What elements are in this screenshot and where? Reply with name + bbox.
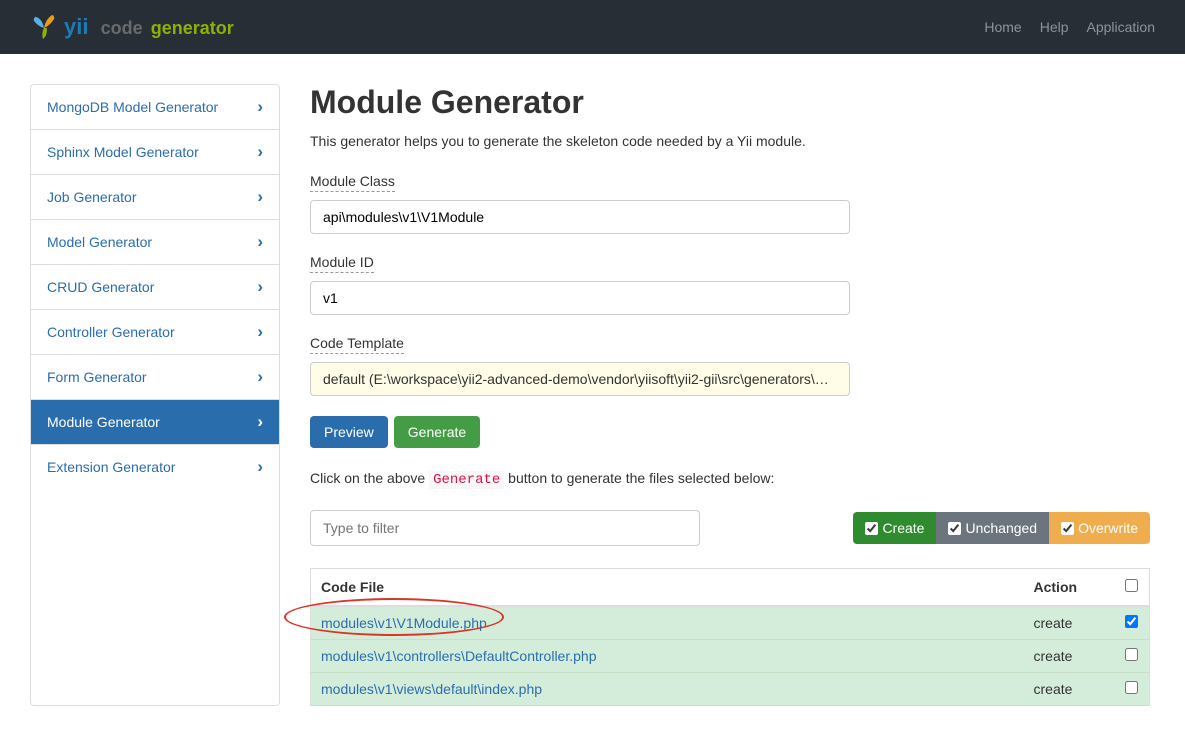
chevron-right-icon: › <box>257 277 263 297</box>
toggle-create[interactable]: Create <box>853 512 936 544</box>
sidebar-item-sphinx-model-generator[interactable]: Sphinx Model Generator › <box>31 130 279 175</box>
sidebar-item-label: CRUD Generator <box>47 279 154 295</box>
filter-input[interactable] <box>310 510 700 546</box>
brand-generator: generator <box>151 18 234 38</box>
nav-application[interactable]: Application <box>1087 19 1156 35</box>
main-content: Module Generator This generator helps yo… <box>310 84 1150 706</box>
file-link[interactable]: modules\v1\V1Module.php <box>321 615 487 631</box>
sidebar-item-job-generator[interactable]: Job Generator › <box>31 175 279 220</box>
sidebar-item-label: MongoDB Model Generator <box>47 99 218 115</box>
sidebar-item-extension-generator[interactable]: Extension Generator › <box>31 445 279 489</box>
sidebar-item-crud-generator[interactable]: CRUD Generator › <box>31 265 279 310</box>
toggle-create-checkbox[interactable] <box>865 522 878 535</box>
table-row: modules\v1\views\default\index.php creat… <box>311 673 1150 706</box>
sidebar-item-module-generator[interactable]: Module Generator › <box>31 400 279 445</box>
chevron-right-icon: › <box>257 232 263 252</box>
sidebar-item-label: Form Generator <box>47 369 147 385</box>
navbar: yii code generator Home Help Application <box>0 0 1185 54</box>
table-row: modules\v1\V1Module.php create <box>311 606 1150 640</box>
chevron-right-icon: › <box>257 97 263 117</box>
toggle-group: Create Unchanged Overwrite <box>853 512 1150 544</box>
sidebar-item-mongodb-model-generator[interactable]: MongoDB Model Generator › <box>31 85 279 130</box>
brand-yii: yii <box>64 14 88 39</box>
code-template-select[interactable]: default (E:\workspace\yii2-advanced-demo… <box>310 362 850 396</box>
page-title: Module Generator <box>310 84 1150 121</box>
chevron-right-icon: › <box>257 367 263 387</box>
file-action: create <box>1024 640 1114 673</box>
brand-logo[interactable]: yii code generator <box>30 13 234 41</box>
chevron-right-icon: › <box>257 457 263 477</box>
file-action: create <box>1024 606 1114 640</box>
nav-links: Home Help Application <box>984 19 1155 35</box>
files-table: Code File Action modules\v1\V1Module.php… <box>310 568 1150 706</box>
col-action: Action <box>1024 569 1114 607</box>
sidebar-item-label: Module Generator <box>47 414 160 430</box>
sidebar-item-label: Extension Generator <box>47 459 175 475</box>
chevron-right-icon: › <box>257 187 263 207</box>
generate-hint: Click on the above Generate button to ge… <box>310 470 1150 488</box>
sidebar-item-controller-generator[interactable]: Controller Generator › <box>31 310 279 355</box>
file-link[interactable]: modules\v1\controllers\DefaultController… <box>321 648 596 664</box>
toggle-overwrite[interactable]: Overwrite <box>1049 512 1150 544</box>
chevron-right-icon: › <box>257 322 263 342</box>
module-id-input[interactable] <box>310 281 850 315</box>
module-class-label: Module Class <box>310 173 395 192</box>
file-action: create <box>1024 673 1114 706</box>
sidebar-item-label: Model Generator <box>47 234 152 250</box>
nav-home[interactable]: Home <box>984 19 1021 35</box>
col-code-file: Code File <box>311 569 1024 607</box>
generate-button[interactable]: Generate <box>394 416 480 448</box>
toggle-overwrite-checkbox[interactable] <box>1061 522 1074 535</box>
preview-button[interactable]: Preview <box>310 416 388 448</box>
module-id-label: Module ID <box>310 254 374 273</box>
sidebar-item-model-generator[interactable]: Model Generator › <box>31 220 279 265</box>
toggle-unchanged-checkbox[interactable] <box>948 522 961 535</box>
file-link[interactable]: modules\v1\views\default\index.php <box>321 681 542 697</box>
nav-help[interactable]: Help <box>1040 19 1069 35</box>
toggle-unchanged[interactable]: Unchanged <box>936 512 1049 544</box>
sidebar-item-label: Controller Generator <box>47 324 175 340</box>
sidebar-item-label: Sphinx Model Generator <box>47 144 199 160</box>
sidebar-item-form-generator[interactable]: Form Generator › <box>31 355 279 400</box>
yii-logo-icon <box>30 13 58 41</box>
chevron-right-icon: › <box>257 142 263 162</box>
sidebar-item-label: Job Generator <box>47 189 137 205</box>
module-class-input[interactable] <box>310 200 850 234</box>
code-template-label: Code Template <box>310 335 404 354</box>
brand-code: code <box>101 18 143 38</box>
table-row: modules\v1\controllers\DefaultController… <box>311 640 1150 673</box>
file-checkbox[interactable] <box>1125 648 1138 661</box>
page-description: This generator helps you to generate the… <box>310 133 1150 149</box>
sidebar: MongoDB Model Generator › Sphinx Model G… <box>30 84 280 706</box>
file-checkbox[interactable] <box>1125 681 1138 694</box>
chevron-right-icon: › <box>257 412 263 432</box>
select-all-checkbox[interactable] <box>1125 579 1138 592</box>
file-checkbox[interactable] <box>1125 615 1138 628</box>
